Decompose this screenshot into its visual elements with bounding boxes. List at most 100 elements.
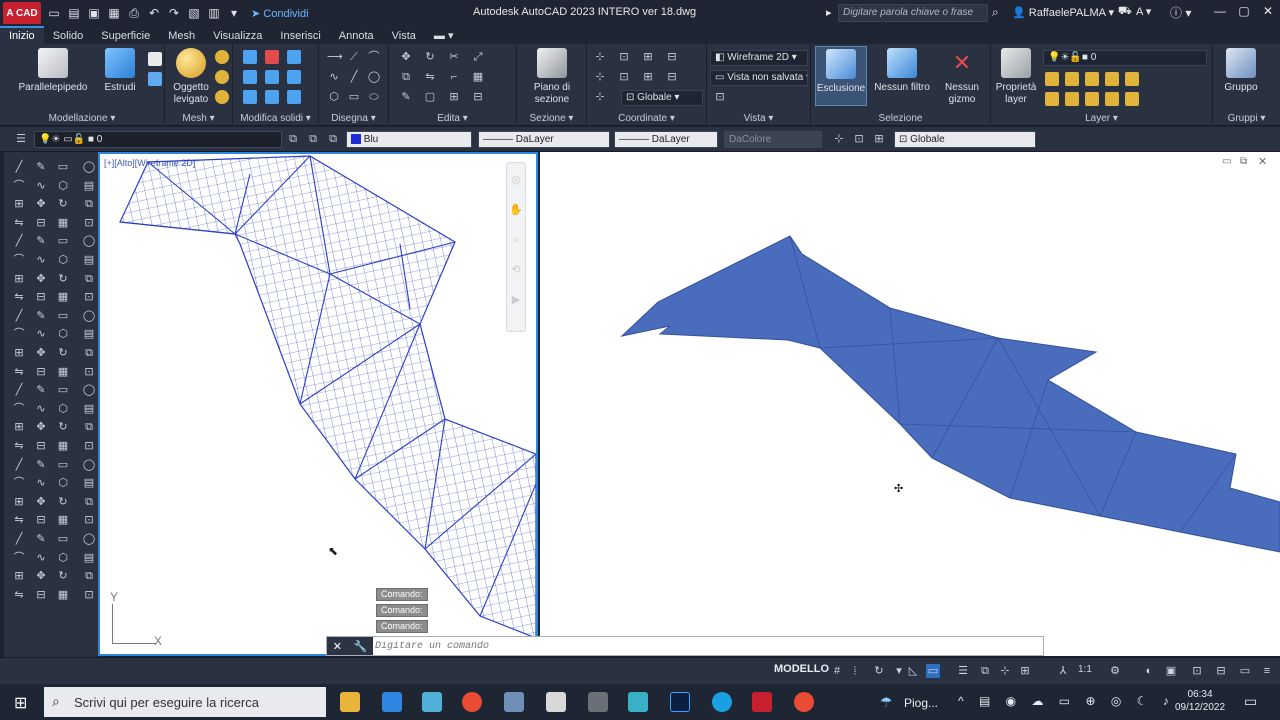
close-command-line-icon[interactable]: ✕ [333, 640, 342, 653]
hardware-accel-icon[interactable]: ▣ [1164, 664, 1178, 678]
tab-vista[interactable]: Vista [383, 28, 425, 44]
palette-tool-icon[interactable]: ⊟ [34, 513, 48, 527]
app-icon[interactable] [588, 692, 608, 712]
palette-tool-icon[interactable]: ⊡ [82, 588, 96, 602]
palette-tool-icon[interactable]: ✎ [34, 383, 48, 397]
user-account[interactable]: 👤 RaffaelePALMA ▾ [1012, 6, 1114, 19]
polar-icon[interactable]: ↻ [872, 664, 886, 678]
chrome-icon[interactable] [794, 692, 814, 712]
nessun-filtro-button[interactable]: Nessun filtro [871, 48, 933, 94]
palette-tool-icon[interactable]: ▦ [56, 365, 70, 379]
nessun-gizmo-button[interactable]: ✕ Nessun gizmo [939, 48, 985, 106]
palette-tool-icon[interactable]: ⊡ [82, 439, 96, 453]
palette-tool-icon[interactable]: ╱ [12, 383, 26, 397]
palette-tool-icon[interactable]: ╱ [12, 309, 26, 323]
layer-tool-icon[interactable] [1085, 72, 1099, 86]
palette-tool-icon[interactable]: ⊡ [82, 216, 96, 230]
save-as-icon[interactable]: ▦ [107, 6, 121, 20]
customize-icon[interactable]: 🔧 [354, 640, 368, 653]
palette-tool-icon[interactable]: ⧉ [82, 272, 96, 286]
pan-icon[interactable]: ✋ [509, 203, 523, 217]
mesh-tool-icon[interactable] [215, 90, 229, 104]
palette-tool-icon[interactable]: ✥ [34, 346, 48, 360]
command-input[interactable] [375, 638, 1035, 654]
separate-icon[interactable] [265, 90, 279, 104]
share-button[interactable]: ➤ Condividi [251, 7, 309, 20]
panel-title[interactable]: Modifica solidi ▾ [233, 113, 318, 124]
palette-tool-icon[interactable]: ⊞ [12, 272, 26, 286]
layer-tool-icon[interactable] [1045, 72, 1059, 86]
file-explorer-icon[interactable] [340, 692, 360, 712]
app-icon[interactable] [546, 692, 566, 712]
fillet-icon[interactable]: ⌐ [447, 70, 461, 84]
showmotion-icon[interactable]: ▶ [509, 293, 523, 307]
ucs-world-icon[interactable]: ⊡ [617, 50, 631, 64]
palette-tool-icon[interactable]: ⌒ [12, 327, 26, 341]
palette-tool-icon[interactable]: ⊡ [82, 365, 96, 379]
palette-tool-icon[interactable]: ↻ [56, 420, 70, 434]
panel-title[interactable]: Layer ▾ [991, 113, 1212, 124]
palette-tool-icon[interactable]: ◯ [82, 309, 96, 323]
palette-tool-icon[interactable]: ▤ [82, 253, 96, 267]
palette-tool-icon[interactable]: ⇋ [12, 588, 26, 602]
layer-tool-icon[interactable] [1065, 92, 1079, 106]
palette-tool-icon[interactable]: ◯ [82, 532, 96, 546]
workspace-gear-icon[interactable]: ⚙ [1108, 664, 1122, 678]
app-icon[interactable] [628, 692, 648, 712]
taskbar-search[interactable]: ⌕ Scrivi qui per eseguire la ricerca [44, 687, 326, 717]
tab-superficie[interactable]: Superficie [92, 28, 159, 44]
ucs-z-icon[interactable]: ⊞ [641, 70, 655, 84]
isodraft-icon[interactable]: ▾ [892, 664, 906, 678]
tab-inserisci[interactable]: Inserisci [271, 28, 329, 44]
fullscreen-icon[interactable]: ▭ [1238, 664, 1252, 678]
snap-icon[interactable]: ⦙ [848, 664, 862, 678]
panel-title[interactable]: Edita ▾ [389, 113, 516, 124]
menu-icon[interactable]: ≡ [1260, 664, 1274, 678]
move-icon[interactable]: ✥ [399, 50, 413, 64]
palette-tool-icon[interactable]: ⇋ [12, 290, 26, 304]
subtract-icon[interactable] [265, 50, 279, 64]
layer-tool-icon[interactable] [1065, 72, 1079, 86]
cart-icon[interactable]: ⛟ [1118, 5, 1132, 19]
panel-title[interactable]: Mesh ▾ [165, 113, 232, 124]
layer-combo[interactable]: 💡☀🔓■ 0 [1043, 50, 1207, 66]
ucs-x-icon[interactable]: ⊹ [593, 70, 607, 84]
extract-edges-icon[interactable] [287, 70, 301, 84]
panel-title[interactable]: Coordinate ▾ [587, 113, 706, 124]
weather-icon[interactable]: ☂ [880, 694, 893, 711]
palette-tool-icon[interactable]: ✥ [34, 495, 48, 509]
palette-tool-icon[interactable]: ↻ [56, 197, 70, 211]
palette-tool-icon[interactable]: ⌒ [12, 402, 26, 416]
autocad-icon[interactable] [752, 692, 772, 712]
palette-tool-icon[interactable]: ⬡ [56, 476, 70, 490]
notifications-icon[interactable]: ▭ [1244, 693, 1257, 710]
ucs-3point-icon[interactable]: ⊟ [665, 70, 679, 84]
palette-tool-icon[interactable]: ∿ [34, 402, 48, 416]
layer-tool-icon[interactable] [1085, 92, 1099, 106]
palette-tool-icon[interactable]: ◯ [82, 383, 96, 397]
mesh-tool-icon[interactable] [215, 50, 229, 64]
lineweight-icon[interactable]: ☰ [956, 664, 970, 678]
rotate-icon[interactable]: ↻ [423, 50, 437, 64]
clean-screen-icon[interactable]: ⊡ [1190, 664, 1204, 678]
palette-tool-icon[interactable]: ⊟ [34, 588, 48, 602]
panel-title[interactable]: Gruppi ▾ [1213, 113, 1280, 124]
ucs-view-icon[interactable]: ⊟ [665, 50, 679, 64]
palette-tool-icon[interactable]: ▤ [82, 179, 96, 193]
transparency-icon[interactable]: ⧉ [978, 664, 992, 678]
palette-tool-icon[interactable]: ▭ [56, 160, 70, 174]
spline-icon[interactable]: ∿ [327, 70, 341, 84]
circle-icon[interactable]: ◯ [367, 70, 381, 84]
palette-tool-icon[interactable]: ∿ [34, 551, 48, 565]
ucs-combo[interactable]: ⊡ Globale ▾ [621, 90, 703, 106]
layers-icon[interactable]: ▥ [207, 6, 221, 20]
copy-icon[interactable]: ⧉ [399, 70, 413, 84]
oggetto-levigato-button[interactable]: Oggetto levigato [169, 48, 213, 106]
palette-tool-icon[interactable]: ⧉ [82, 420, 96, 434]
palette-tool-icon[interactable]: ⌒ [12, 253, 26, 267]
palette-tool-icon[interactable]: ⌒ [12, 476, 26, 490]
palette-tool-icon[interactable]: ▭ [56, 532, 70, 546]
line-icon[interactable]: ╱ [347, 70, 361, 84]
maximize-icon[interactable]: ▢ [1236, 4, 1252, 20]
modeling-tool-icon[interactable] [148, 72, 162, 86]
